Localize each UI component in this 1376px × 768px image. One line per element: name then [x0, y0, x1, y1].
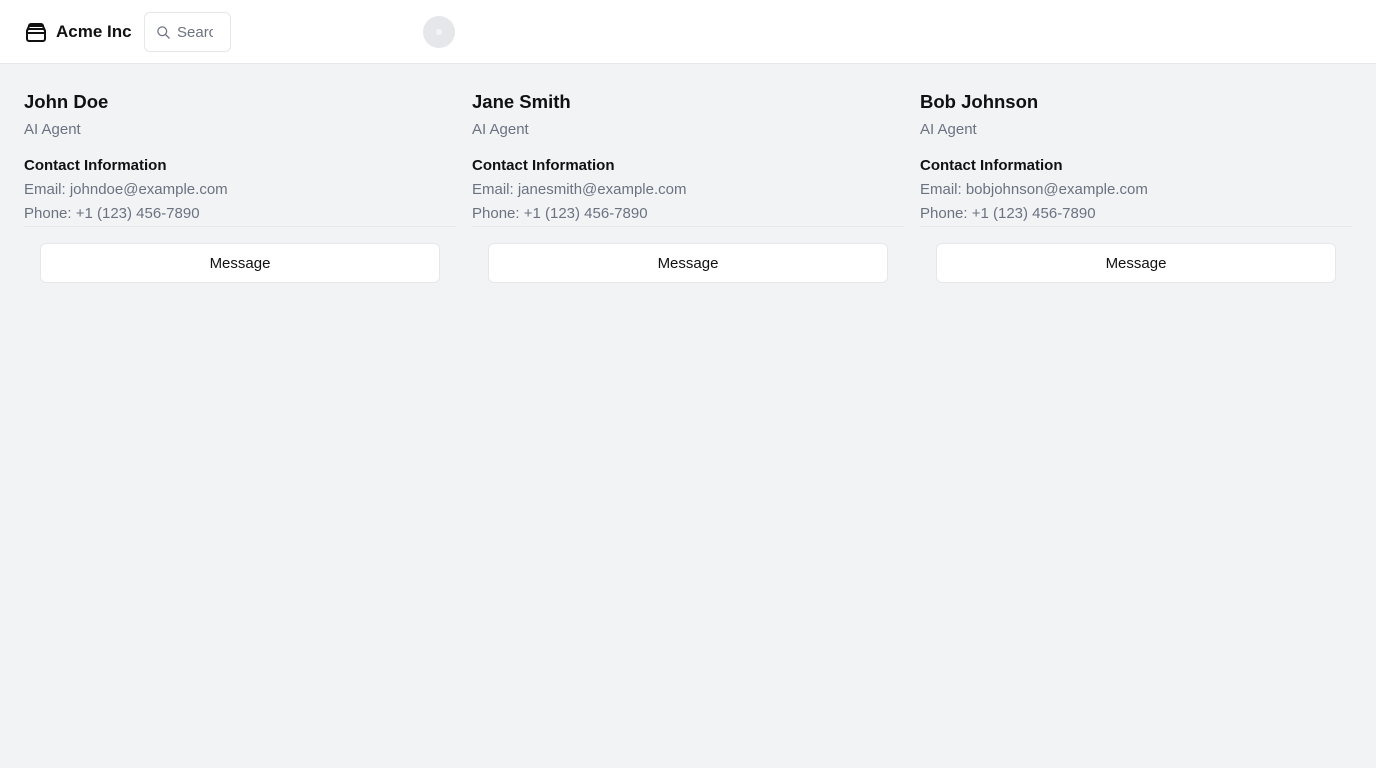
agent-card: John Doe AI Agent Contact Information Em… [24, 90, 456, 283]
agent-card: Bob Johnson AI Agent Contact Information… [920, 90, 1352, 283]
top-bar: Acme Inc [0, 0, 1376, 64]
agent-role: AI Agent [24, 121, 81, 138]
agent-phone: Phone: +1 (123) 456-7890 [472, 205, 648, 222]
agent-card: Jane Smith AI Agent Contact Information … [472, 90, 904, 283]
agent-role: AI Agent [472, 121, 529, 138]
agent-name: Bob Johnson [920, 91, 1039, 112]
agent-name: John Doe [24, 91, 109, 112]
agent-email: Email: johndoe@example.com [24, 181, 228, 198]
message-button[interactable]: Message [936, 243, 1336, 283]
agent-phone: Phone: +1 (123) 456-7890 [24, 205, 200, 222]
contact-title: Contact Information [920, 157, 1063, 174]
agent-email: Email: janesmith@example.com [472, 181, 687, 198]
agent-name: Jane Smith [472, 91, 571, 112]
divider [920, 226, 1352, 227]
agent-role: AI Agent [920, 121, 977, 138]
message-button[interactable]: Message [488, 243, 888, 283]
divider [24, 226, 456, 227]
contact-title: Contact Information [24, 157, 167, 174]
search-input[interactable] [177, 23, 213, 41]
divider [472, 226, 904, 227]
search-icon [157, 25, 170, 39]
avatar[interactable] [423, 16, 455, 48]
brand-name: Acme Inc [56, 22, 132, 41]
user-avatar-icon [436, 29, 442, 35]
message-button[interactable]: Message [40, 243, 440, 283]
contact-title: Contact Information [472, 157, 615, 174]
brand[interactable]: Acme Inc [24, 20, 132, 44]
search-box[interactable] [144, 12, 231, 52]
agent-email: Email: bobjohnson@example.com [920, 181, 1148, 198]
package-icon [26, 23, 46, 42]
agent-phone: Phone: +1 (123) 456-7890 [920, 205, 1096, 222]
